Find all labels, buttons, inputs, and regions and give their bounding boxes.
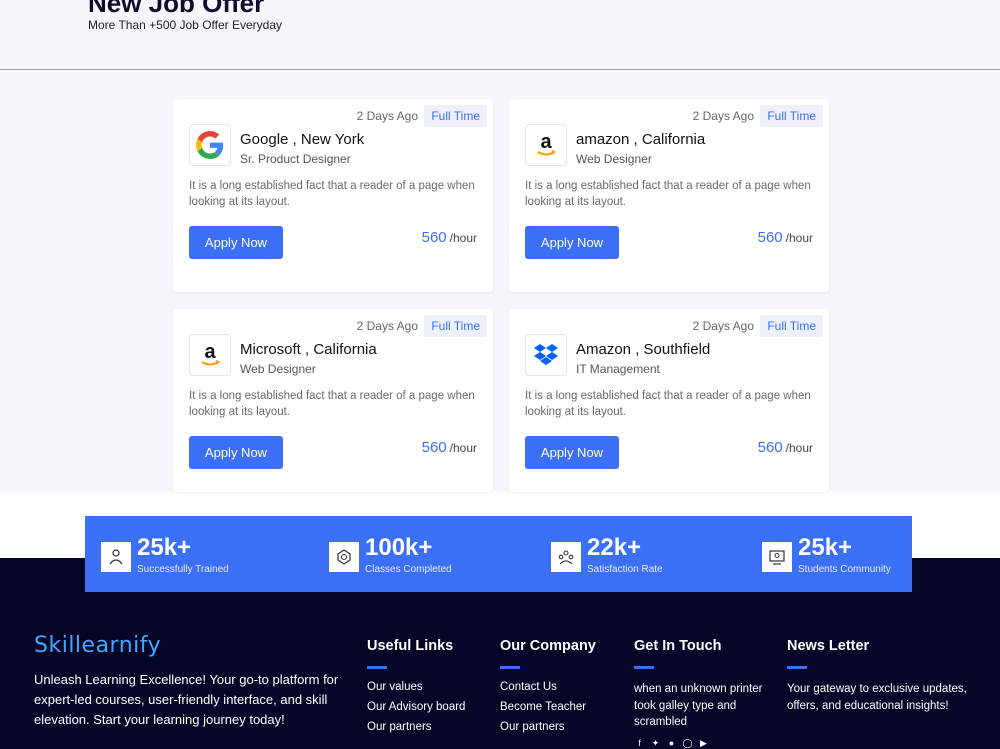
rate-unit: /hour: [785, 441, 813, 455]
job-type-badge: Full Time: [760, 105, 823, 127]
stat-label: Classes Completed: [365, 564, 452, 575]
hourly-rate: 560/hour: [422, 439, 477, 456]
footer-link[interactable]: Contact Us: [500, 681, 596, 693]
job-role: Web Designer: [240, 362, 316, 376]
apply-now-button[interactable]: Apply Now: [525, 436, 619, 469]
twitter-icon[interactable]: ✦: [650, 738, 661, 749]
trainer-icon: [101, 542, 131, 572]
stats-bar: 25k+ Successfully Trained 100k+ Classes …: [85, 516, 912, 592]
job-description: It is a long established fact that a rea…: [189, 180, 475, 208]
apply-now-button[interactable]: Apply Now: [189, 436, 283, 469]
heading-underline: [500, 666, 520, 669]
footer-useful-links: Useful Links Our values Our Advisory boa…: [367, 638, 465, 741]
stat-label: Successfully Trained: [137, 564, 229, 575]
apply-now-button[interactable]: Apply Now: [189, 226, 283, 259]
footer-link[interactable]: Become Teacher: [500, 701, 596, 713]
job-cards-section: [0, 71, 1000, 492]
heading-underline: [787, 666, 807, 669]
amazon-logo: a: [525, 124, 567, 166]
footer-heading: Get In Touch: [634, 638, 722, 654]
svg-text:a: a: [540, 131, 552, 153]
heading-underline: [634, 666, 654, 669]
rate-value: 560: [757, 439, 783, 456]
hourly-rate: 560/hour: [422, 229, 477, 246]
job-type-badge: Full Time: [424, 105, 487, 127]
stat-value: 25k+: [798, 534, 853, 561]
footer-link[interactable]: Our Advisory board: [367, 701, 465, 713]
stat-value: 25k+: [137, 534, 192, 561]
stat-value: 100k+: [365, 534, 433, 561]
google-logo: [189, 124, 231, 166]
job-card: 2 Days Ago Full Time Amazon , Southfield…: [509, 309, 829, 492]
job-card: 2 Days Ago Full Time Google , New York S…: [173, 99, 493, 292]
page-subtitle: More Than +500 Job Offer Everyday: [88, 18, 282, 32]
company-name: Microsoft , California: [240, 341, 377, 358]
job-description: It is a long established fact that a rea…: [189, 390, 475, 418]
footer-link[interactable]: Our partners: [500, 721, 596, 733]
footer-heading: Our Company: [500, 638, 596, 654]
svg-text:a: a: [204, 341, 216, 363]
community-icon: [762, 542, 792, 572]
hourly-rate: 560/hour: [758, 229, 813, 246]
rate-unit: /hour: [449, 441, 477, 455]
rate-value: 560: [757, 229, 783, 246]
company-name: Amazon , Southfield: [576, 341, 711, 358]
footer-heading: Useful Links: [367, 638, 454, 654]
job-card: 2 Days Ago Full Time a amazon , Californ…: [509, 99, 829, 292]
company-name: amazon , California: [576, 131, 706, 148]
dropbox-logo: [525, 334, 567, 376]
job-role: IT Management: [576, 362, 660, 376]
company-name: Google , New York: [240, 131, 365, 148]
rate-unit: /hour: [785, 231, 813, 245]
stat-label: Students Community: [798, 564, 891, 575]
group-icon: [551, 542, 581, 572]
footer-contact-text: when an unknown printer took galley type…: [634, 683, 763, 728]
page-title: New Job Offer: [88, 0, 265, 18]
job-description: It is a long established fact that a rea…: [525, 180, 811, 208]
job-type-badge: Full Time: [760, 315, 823, 337]
posted-date: 2 Days Ago: [692, 319, 754, 333]
posted-date: 2 Days Ago: [356, 319, 418, 333]
stat-label: Satisfaction Rate: [587, 564, 663, 575]
footer-newsletter: News Letter Your gateway to exclusive up…: [787, 638, 972, 714]
job-role: Web Designer: [576, 152, 652, 166]
posted-date: 2 Days Ago: [692, 109, 754, 123]
section-header: New Job Offer More Than +500 Job Offer E…: [0, 0, 1000, 70]
footer-our-company: Our Company Contact Us Become Teacher Ou…: [500, 638, 596, 741]
stat-value: 22k+: [587, 534, 642, 561]
skype-icon[interactable]: ●: [666, 738, 677, 749]
social-links: f ✦ ● ◯ ▶: [634, 738, 709, 749]
job-role: Sr. Product Designer: [240, 152, 351, 166]
rate-value: 560: [421, 439, 447, 456]
job-description: It is a long established fact that a rea…: [525, 390, 811, 418]
youtube-icon[interactable]: ▶: [698, 738, 709, 749]
rate-unit: /hour: [449, 231, 477, 245]
footer-link[interactable]: Our partners: [367, 721, 465, 733]
hourly-rate: 560/hour: [758, 439, 813, 456]
instagram-icon[interactable]: ◯: [682, 738, 693, 749]
amazon-logo: a: [189, 334, 231, 376]
rate-value: 560: [421, 229, 447, 246]
heading-underline: [367, 666, 387, 669]
apply-now-button[interactable]: Apply Now: [525, 226, 619, 259]
footer-heading: News Letter: [787, 638, 870, 654]
brand-logo[interactable]: Skillearnify: [34, 633, 161, 658]
facebook-icon[interactable]: f: [634, 738, 645, 749]
badge-icon: [329, 542, 359, 572]
posted-date: 2 Days Ago: [356, 109, 418, 123]
job-card: 2 Days Ago Full Time a Microsoft , Calif…: [173, 309, 493, 492]
footer-link[interactable]: Our values: [367, 681, 465, 693]
job-type-badge: Full Time: [424, 315, 487, 337]
newsletter-text: Your gateway to exclusive updates, offer…: [787, 683, 967, 712]
footer-tagline: Unleash Learning Excellence! Your go-to …: [34, 672, 339, 727]
footer-get-in-touch: Get In Touch when an unknown printer too…: [634, 638, 774, 731]
